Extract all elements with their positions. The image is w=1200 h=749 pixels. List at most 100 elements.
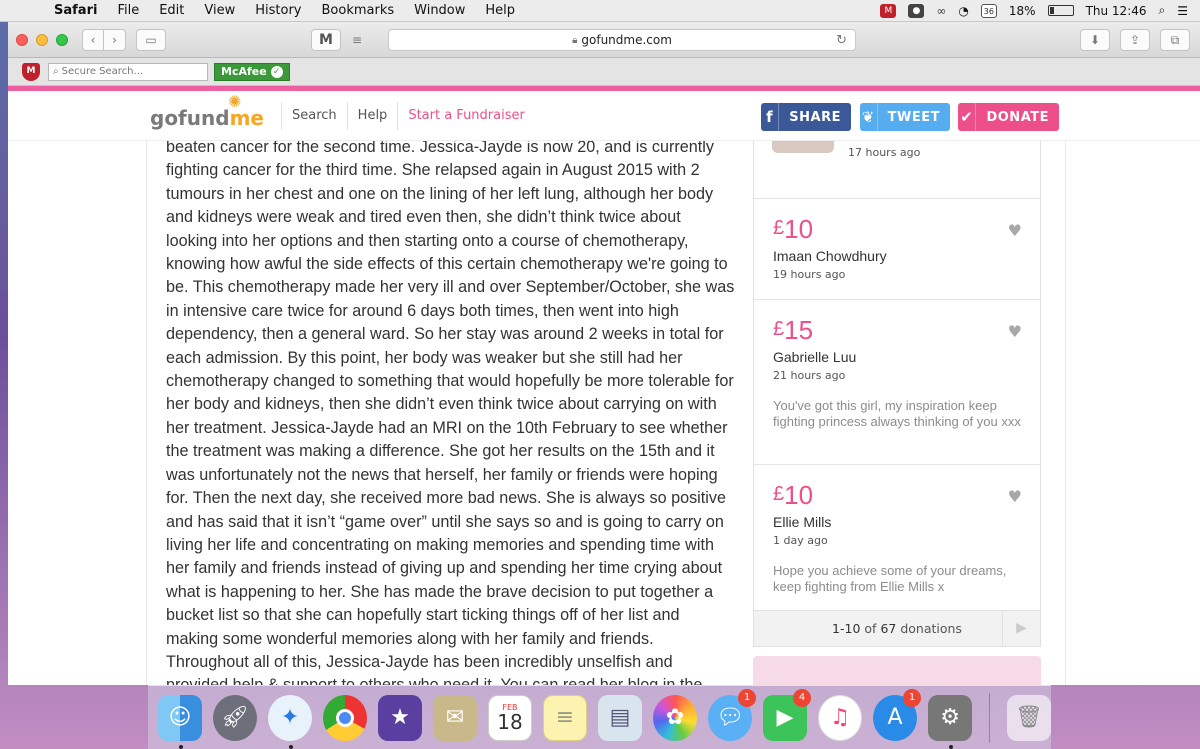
facetime-badge: 4 <box>793 688 811 707</box>
imovie-icon[interactable]: ★ <box>377 694 422 741</box>
mcafee-status-icon[interactable]: M <box>880 3 897 18</box>
messages-icon[interactable]: 💬︎ 1 <box>708 688 757 741</box>
sidebar-toggle-icon[interactable]: ▭ <box>136 28 166 51</box>
clock[interactable]: Thu 12:46 <box>1086 4 1147 18</box>
logo-text-gofund: gofund <box>150 106 230 130</box>
pink-promo-card <box>753 656 1041 685</box>
donor-name: Gabrielle Luu <box>773 349 857 365</box>
facetime-icon[interactable]: ▶ 4 <box>763 688 811 741</box>
donation-amount: £15 <box>773 315 814 345</box>
tweet-button[interactable]: ❦ TWEET <box>860 103 950 131</box>
dock: ☺ 🚀︎ ✦ ★ ✉ FEB 18 ≡ ▤ ✿ 💬︎ 1 ▶ 4 ♫ A1 ⚙ 🗑︎ <box>148 685 1051 749</box>
minimize-window-button[interactable] <box>36 33 48 46</box>
nav-help[interactable]: Help <box>346 102 398 130</box>
heart-icon[interactable]: ♥ <box>1008 221 1022 240</box>
notification-center-icon[interactable]: ☰ <box>1177 4 1188 18</box>
donor-name: Imaan Chowdhury <box>773 248 887 264</box>
safari-icon[interactable]: ✦ <box>267 694 312 749</box>
messages-badge: 1 <box>738 688 757 707</box>
donation-message: You've got this girl, my inspiration kee… <box>773 398 1021 429</box>
gofundme-logo[interactable]: gofundme ✺ <box>150 92 264 130</box>
menu-window[interactable]: Window <box>414 3 465 18</box>
nav-start-fundraiser[interactable]: Start a Fundraiser <box>397 102 535 130</box>
menu-app-name[interactable]: Safari <box>54 3 97 18</box>
launchpad-icon[interactable]: 🚀︎ <box>212 694 257 741</box>
campaign-story: beaten cancer for the second time. Jessi… <box>166 136 736 685</box>
wifi-icon[interactable]: ◔ <box>958 4 968 18</box>
donation-amount: £10 <box>773 480 814 510</box>
system-preferences-icon[interactable]: ⚙ <box>928 694 973 749</box>
donation-item: £10 Ellie Mills 1 day ago Hope you achie… <box>754 464 1040 611</box>
nav-search[interactable]: Search <box>281 102 347 130</box>
spotlight-icon[interactable]: ⌕ <box>1159 3 1166 18</box>
creative-cloud-icon[interactable]: ∞ <box>936 4 946 18</box>
tabs-overview-icon[interactable]: ⧉ <box>1160 29 1190 51</box>
twitter-icon: ❦ <box>860 103 878 131</box>
calendar-day: 18 <box>497 710 523 734</box>
downloads-icon[interactable]: ⬇ <box>1080 29 1110 51</box>
forward-button[interactable]: › <box>104 28 126 51</box>
itunes-icon[interactable]: ♫ <box>818 694 863 741</box>
mail-stamp-icon[interactable]: ✉ <box>432 694 477 741</box>
logo-sun-icon: ✺ <box>228 92 242 111</box>
extension-bar: M ⌕ Secure Search... McAfee ✓ <box>8 58 1200 86</box>
close-window-button[interactable] <box>16 33 28 46</box>
menu-bookmarks[interactable]: Bookmarks <box>322 3 395 18</box>
zoom-window-button[interactable] <box>56 33 68 46</box>
battery-icon[interactable] <box>1047 5 1074 16</box>
trash-icon[interactable]: 🗑︎ <box>1007 694 1051 741</box>
toolbar-right: ⬇ ⇪ ⧉ <box>1080 29 1190 51</box>
running-indicator <box>288 744 293 749</box>
heart-icon[interactable]: ♥ <box>1008 487 1022 506</box>
chrome-icon[interactable] <box>322 694 367 741</box>
m-extension-button[interactable]: M <box>311 28 341 51</box>
facebook-icon: f <box>761 103 780 131</box>
secure-search-input[interactable]: ⌕ Secure Search... <box>48 62 208 81</box>
menu-view[interactable]: View <box>204 3 235 18</box>
camera-status-icon[interactable]: ● <box>908 3 925 18</box>
running-indicator <box>949 744 954 749</box>
donation-message: Hope you achieve some of your dreams, ke… <box>773 563 1007 594</box>
reader-icon[interactable]: ≡ <box>347 29 367 51</box>
donations-pager: 1-10 of 67 donations ▶ <box>754 610 1040 646</box>
notes-icon[interactable]: ≡ <box>542 694 588 741</box>
reload-icon[interactable]: ↻ <box>836 33 847 48</box>
menu-edit[interactable]: Edit <box>159 3 184 18</box>
menu-bar: Safari File Edit View History Bookmarks … <box>0 0 1200 22</box>
calendar-icon[interactable]: FEB 18 <box>487 694 532 741</box>
pager-suffix: donations <box>900 621 962 636</box>
back-button[interactable]: ‹ <box>82 28 104 51</box>
app-store-icon[interactable]: A1 <box>873 688 922 741</box>
menu-history[interactable]: History <box>255 3 301 18</box>
appstore-badge: 1 <box>903 688 922 707</box>
pager-range: 1-10 <box>832 621 861 636</box>
url-text: gofundme.com <box>581 33 672 47</box>
address-bar[interactable]: 🔒︎ gofundme.com ↻ <box>388 29 856 51</box>
mcafee-shield-icon[interactable]: M <box>22 62 40 81</box>
mcafee-label: McAfee <box>221 65 267 78</box>
avatar <box>772 141 834 153</box>
menu-help[interactable]: Help <box>485 3 515 18</box>
battery-percent[interactable]: 18% <box>1009 4 1036 18</box>
mcafee-siteadvisor-button[interactable]: McAfee ✓ <box>214 62 290 81</box>
menu-file[interactable]: File <box>117 3 139 18</box>
window-controls <box>16 33 68 46</box>
keyboard-status-icon[interactable]: 36 <box>980 3 997 18</box>
donor-name: Ellie Mills <box>773 514 832 530</box>
share-label: SHARE <box>789 109 841 125</box>
donate-button[interactable]: ✔ DONATE <box>958 103 1059 131</box>
pager-of: of <box>864 621 877 636</box>
heart-icon[interactable]: ♥ <box>1008 322 1022 341</box>
site-header: gofundme ✺ Search Help Start a Fundraise… <box>8 91 1200 141</box>
donations-panel: 17 hours ago £10 Imaan Chowdhury 19 hour… <box>753 141 1041 647</box>
finder-icon[interactable]: ☺ <box>158 694 202 749</box>
check-icon: ✓ <box>270 65 283 78</box>
photos-icon[interactable]: ✿ <box>653 694 698 741</box>
story-text: beaten cancer for the second time. Jessi… <box>166 138 735 685</box>
checkmark-icon: ✔ <box>958 103 977 131</box>
preview-icon[interactable]: ▤ <box>598 694 643 741</box>
share-icon[interactable]: ⇪ <box>1120 29 1150 51</box>
next-page-button[interactable]: ▶ <box>1002 611 1040 646</box>
pager-total: 67 <box>880 621 897 636</box>
facebook-share-button[interactable]: f SHARE <box>761 103 851 131</box>
